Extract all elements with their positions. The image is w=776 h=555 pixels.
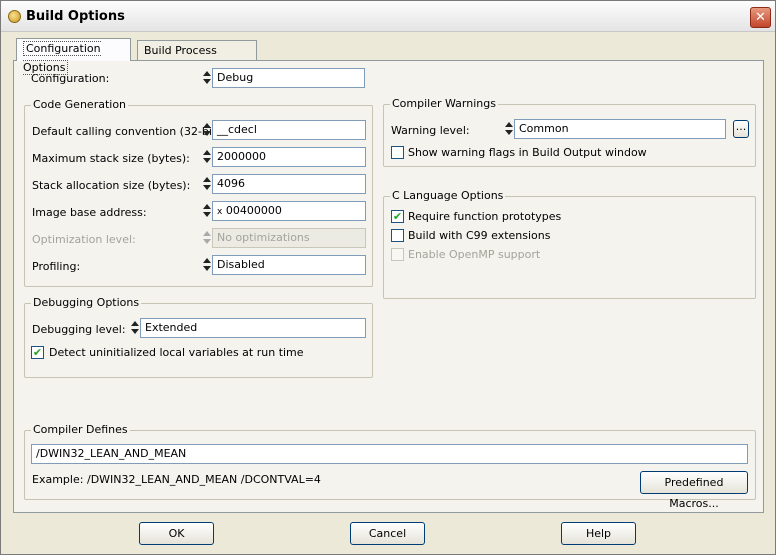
- show-warning-flags-label: Show warning flags in Build Output windo…: [408, 146, 647, 159]
- max-stack-spinner[interactable]: [202, 147, 211, 167]
- window-title: Build Options: [26, 9, 125, 24]
- image-base-field[interactable]: x 00400000: [212, 201, 366, 221]
- debugging-level-label: Debugging level:: [32, 323, 126, 336]
- help-button[interactable]: Help: [561, 522, 636, 545]
- debugging-level-spinner[interactable]: [130, 318, 139, 338]
- require-prototypes-checkbox[interactable]: ✔: [391, 210, 404, 223]
- optimization-spinner[interactable]: [202, 228, 211, 248]
- warning-level-spinner[interactable]: [504, 119, 513, 139]
- profiling-label: Profiling:: [32, 260, 81, 273]
- compiler-defines-group: Compiler Defines /DWIN32_LEAN_AND_MEAN E…: [24, 423, 756, 510]
- calling-convention-spinner[interactable]: [202, 120, 211, 140]
- tab-panel: Configuration: Debug Code Generation Def…: [13, 60, 764, 513]
- warning-level-browse-button[interactable]: ...: [733, 120, 749, 138]
- configuration-spinner[interactable]: [202, 68, 211, 88]
- show-warning-flags-checkbox[interactable]: [391, 146, 404, 159]
- max-stack-field[interactable]: 2000000: [212, 147, 366, 167]
- tab-build-process-options[interactable]: Build Process Options: [137, 40, 257, 76]
- c-language-options-group: C Language Options ✔ Require function pr…: [383, 189, 756, 299]
- require-prototypes-label: Require function prototypes: [408, 210, 562, 223]
- stack-allocation-spinner[interactable]: [202, 174, 211, 194]
- compiler-defines-field[interactable]: /DWIN32_LEAN_AND_MEAN: [31, 444, 748, 464]
- app-icon: [8, 10, 21, 23]
- predefined-macros-button[interactable]: Predefined Macros...: [640, 471, 748, 510]
- calling-convention-label: Default calling convention (32-bit):: [32, 125, 225, 138]
- code-generation-group: Code Generation Default calling conventi…: [24, 98, 373, 287]
- compiler-warnings-group: Compiler Warnings Warning level: Common …: [383, 97, 756, 167]
- configuration-field[interactable]: Debug: [212, 68, 365, 88]
- compiler-defines-title: Compiler Defines: [31, 423, 130, 436]
- detect-uninitialized-checkbox[interactable]: ✔: [31, 346, 44, 359]
- example-text: /DWIN32_LEAN_AND_MEAN /DCONTVAL=4: [87, 473, 321, 486]
- compiler-warnings-title: Compiler Warnings: [390, 97, 498, 110]
- build-options-window: Build Options ✕ Configuration Options Bu…: [0, 0, 776, 555]
- stack-allocation-field[interactable]: 4096: [212, 174, 366, 194]
- image-base-spinner[interactable]: [202, 201, 211, 221]
- max-stack-label: Maximum stack size (bytes):: [32, 152, 190, 165]
- image-base-value: 00400000: [225, 204, 282, 217]
- code-generation-title: Code Generation: [31, 98, 129, 111]
- openmp-checkbox[interactable]: [391, 248, 404, 261]
- profiling-field[interactable]: Disabled: [212, 255, 366, 275]
- debugging-options-group: Debugging Options Debugging level: Exten…: [24, 296, 373, 378]
- optimization-field[interactable]: No optimizations: [212, 228, 366, 248]
- warning-level-field[interactable]: Common: [514, 119, 726, 139]
- tab-configuration-options[interactable]: Configuration Options: [16, 38, 131, 75]
- profiling-spinner[interactable]: [202, 255, 211, 275]
- cancel-button[interactable]: Cancel: [350, 522, 425, 545]
- hex-prefix: x: [217, 207, 223, 217]
- warning-level-label: Warning level:: [391, 124, 470, 137]
- c99-extensions-checkbox[interactable]: [391, 229, 404, 242]
- example-prefix: Example:: [32, 473, 84, 486]
- debugging-options-title: Debugging Options: [31, 296, 142, 309]
- ok-button[interactable]: OK: [139, 522, 214, 545]
- stack-allocation-label: Stack allocation size (bytes):: [32, 179, 191, 192]
- c-language-options-title: C Language Options: [390, 189, 506, 202]
- optimization-label: Optimization level:: [32, 233, 136, 246]
- calling-convention-field[interactable]: __cdecl: [212, 120, 366, 140]
- image-base-label: Image base address:: [32, 206, 147, 219]
- openmp-label: Enable OpenMP support: [408, 248, 541, 261]
- close-button[interactable]: ✕: [750, 7, 771, 28]
- detect-uninitialized-label: Detect uninitialized local variables at …: [49, 346, 304, 359]
- debugging-level-field[interactable]: Extended: [140, 318, 366, 338]
- c99-extensions-label: Build with C99 extensions: [408, 229, 551, 242]
- title-bar: Build Options ✕: [1, 1, 775, 32]
